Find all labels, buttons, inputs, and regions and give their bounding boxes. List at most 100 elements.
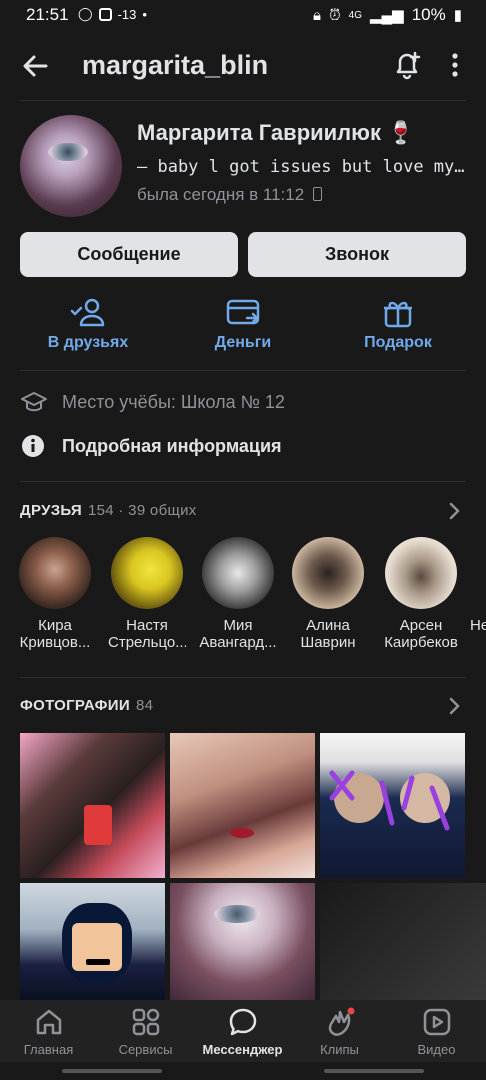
tab-clips-label: Клипы [320, 1042, 359, 1057]
photo-thumbnail[interactable] [170, 883, 315, 1000]
gift-label: Подарок [364, 334, 432, 351]
friend-avatar [111, 537, 183, 609]
friend-avatar [385, 537, 457, 609]
tab-services-label: Сервисы [118, 1042, 173, 1057]
gift-button[interactable]: Подарок [323, 296, 473, 352]
tab-home[interactable]: Главная [0, 1006, 97, 1057]
profile-header: margarita_blin [0, 38, 486, 94]
header-divider [20, 100, 466, 101]
friends-status-label: В друзьях [47, 334, 129, 351]
info-icon [22, 435, 44, 457]
profile-status[interactable]: — baby l got issues but love my... [137, 157, 467, 177]
clips-icon [328, 1007, 354, 1036]
message-button[interactable]: Сообщение [20, 232, 238, 277]
friend-last-name: Стрельцо... [108, 634, 186, 651]
home-icon [36, 1009, 61, 1035]
tab-clips[interactable]: Клипы [291, 1006, 388, 1057]
friend-first-name: Кира [38, 617, 72, 634]
tab-home-label: Главная [23, 1042, 74, 1057]
tab-services[interactable]: Сервисы [97, 1006, 194, 1057]
money-transfer-icon [226, 299, 260, 325]
gallery-icon [98, 7, 112, 21]
friend-last-name: Кривцов... [19, 634, 91, 651]
page-title: margarita_blin [82, 50, 269, 80]
avatar[interactable] [20, 115, 122, 217]
money-label: Деньги [214, 334, 272, 351]
photo-thumbnail[interactable] [20, 733, 165, 878]
user-check-icon [70, 298, 105, 327]
back-arrow-icon[interactable] [20, 50, 52, 82]
school-info: Место учёбы: Школа № 12 [20, 387, 285, 417]
friend-avatar [292, 537, 364, 609]
friend-item[interactable]: Настя Стрельцо... [108, 537, 186, 651]
friend-item[interactable]: Алина Шаврин [289, 537, 367, 651]
friend-avatar [470, 537, 486, 609]
friend-first-name: Настя [126, 617, 168, 634]
network-label: 4G [348, 9, 362, 21]
friends-status-button[interactable]: В друзьях [13, 296, 163, 352]
photo-thumbnail[interactable] [320, 883, 486, 1000]
photo-thumbnail[interactable] [170, 733, 315, 878]
tab-messenger-label: Мессенджер [202, 1042, 283, 1057]
status-bar: 21:51 ◯ -13 • 🔒︎ ⏰︎ 4G ▂▄▆ 10% ▮ [0, 0, 486, 30]
detailed-info-link[interactable]: Подробная информация [20, 431, 282, 461]
dot-icon: • [142, 6, 147, 22]
more-vertical-icon[interactable] [443, 50, 467, 80]
photos-count: 84 [135, 697, 154, 714]
friend-last-name: Не [470, 617, 486, 634]
profile-name: Маргарита Гавриилюк 🍷 [137, 120, 415, 145]
battery-icon: ▮ [453, 7, 462, 24]
tab-video[interactable]: Видео [388, 1006, 485, 1057]
tab-video-label: Видео [417, 1042, 456, 1057]
friend-first-name: Арсен [399, 617, 443, 634]
last-seen: была сегодня в 11:12 [137, 185, 322, 205]
detailed-info-text: Подробная информация [62, 435, 282, 456]
status-time: 21:51 [26, 5, 69, 24]
photos-title: ФОТОГРАФИИ [20, 697, 130, 714]
actions-divider [20, 370, 466, 371]
friend-first-name: Алина [306, 617, 350, 634]
gift-icon [384, 301, 412, 328]
nav-handle-right[interactable] [324, 1069, 424, 1073]
friend-item[interactable]: Мия Авангард... [199, 537, 277, 651]
bottom-tab-bar: Главная Сервисы Мессенджер Клипы Видео [0, 1000, 486, 1062]
phone-icon [312, 187, 322, 201]
services-grid-icon [132, 1008, 159, 1036]
friend-item[interactable]: Кира Кривцов... [16, 537, 94, 651]
lock-icon: 🔒︎ [312, 6, 321, 24]
money-button[interactable]: Деньги [168, 296, 318, 352]
school-text: Место учёбы: Школа № 12 [62, 391, 285, 412]
friends-section-title[interactable]: ДРУЗЬЯ 154 · 39 общих [20, 502, 197, 519]
info-divider [20, 481, 466, 482]
photos-chevron-right-icon[interactable] [448, 697, 460, 715]
signal-icon: ▂▄▆ [370, 7, 404, 24]
status-right-icons: 🔒︎ ⏰︎ 4G ▂▄▆ 10% ▮ [313, 5, 462, 25]
messenger-icon [229, 1008, 256, 1036]
friend-first-name: Мия [223, 617, 253, 634]
friend-last-name: Авангард... [199, 634, 277, 651]
friend-avatar [202, 537, 274, 609]
friends-title: ДРУЗЬЯ [20, 502, 83, 519]
graduation-cap-icon [21, 392, 47, 412]
video-icon [423, 1008, 450, 1036]
tab-messenger[interactable]: Мессенджер [194, 1006, 291, 1057]
photo-thumbnail[interactable] [320, 733, 465, 878]
photo-thumbnail[interactable] [20, 883, 165, 1000]
alarm-icon: ⏰︎ [328, 6, 341, 24]
whatsapp-icon: ◯ [78, 6, 93, 21]
friend-last-name: Шаврин [300, 634, 356, 651]
system-navigation-bar [0, 1062, 486, 1080]
bell-plus-icon[interactable] [390, 48, 424, 82]
friend-item[interactable]: Арсен Каирбеков [382, 537, 460, 651]
last-seen-text: была сегодня в 11:12 [137, 185, 305, 204]
nav-handle-left[interactable] [62, 1069, 162, 1073]
call-button[interactable]: Звонок [248, 232, 466, 277]
friend-last-name: Каирбеков [384, 634, 458, 651]
photos-section-title[interactable]: ФОТОГРАФИИ 84 [20, 697, 153, 714]
friends-chevron-right-icon[interactable] [448, 502, 460, 520]
friends-count: 154 · 39 общих [88, 502, 197, 519]
friends-divider [20, 677, 466, 678]
friend-item[interactable]: Не [470, 537, 486, 634]
status-left-icons: ◯ -13 • [78, 6, 147, 22]
friend-avatar [19, 537, 91, 609]
